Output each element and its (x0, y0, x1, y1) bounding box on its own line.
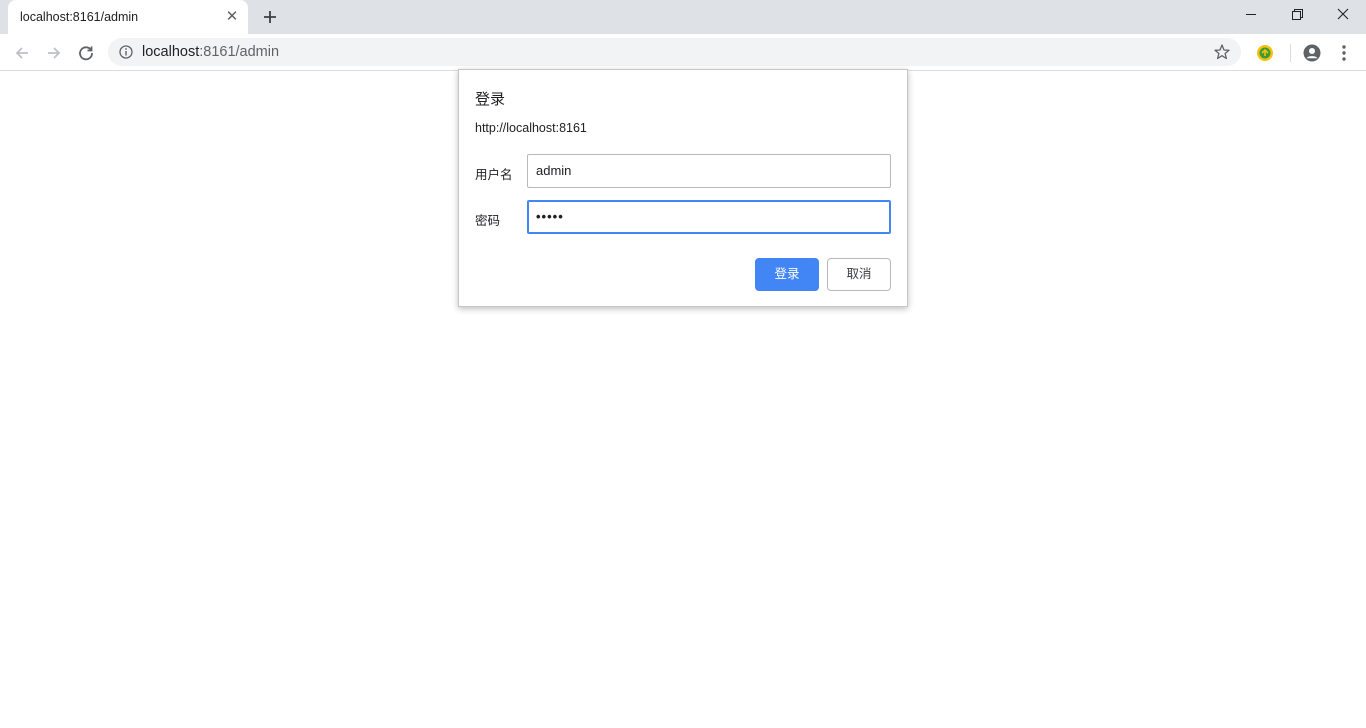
url-path: :8161/admin (199, 44, 280, 60)
dialog-origin: http://localhost:8161 (475, 121, 587, 135)
url-text: localhost:8161/admin (142, 44, 279, 60)
url-host: localhost (142, 44, 200, 60)
password-field[interactable]: ••••• (527, 200, 891, 234)
login-button[interactable]: 登录 (755, 258, 819, 291)
reload-button[interactable] (75, 42, 97, 64)
plus-icon (264, 11, 276, 23)
minimize-icon (1246, 14, 1256, 15)
extension-icon[interactable] (1256, 44, 1274, 62)
arrow-left-icon (15, 47, 28, 59)
arrow-right-icon (48, 47, 61, 59)
password-label: 密码 (475, 214, 501, 228)
new-tab-button[interactable] (259, 6, 281, 28)
back-button[interactable] (11, 42, 33, 64)
minimize-button[interactable] (1228, 0, 1274, 30)
cancel-button[interactable]: 取消 (827, 258, 891, 291)
kebab-menu-icon[interactable] (1335, 43, 1353, 63)
star-icon[interactable] (1213, 43, 1231, 61)
tab-strip: localhost:8161/admin ✕ (0, 0, 1366, 34)
forward-button[interactable] (43, 42, 65, 64)
info-icon[interactable] (119, 45, 133, 59)
dialog-title: 登录 (475, 91, 506, 108)
browser-tab[interactable]: localhost:8161/admin ✕ (8, 0, 248, 34)
browser-toolbar: localhost:8161/admin (0, 34, 1366, 71)
window-close-button[interactable] (1320, 0, 1366, 30)
username-field[interactable]: admin (527, 154, 891, 188)
reload-icon (79, 46, 93, 61)
tab-title: localhost:8161/admin (20, 10, 139, 24)
restore-button[interactable] (1274, 0, 1320, 30)
restore-icon (1292, 9, 1303, 20)
toolbar-divider (1290, 44, 1291, 62)
profile-icon[interactable] (1302, 43, 1322, 63)
login-dialog: 登录 http://localhost:8161 用户名 admin 密码 ••… (458, 69, 908, 307)
tab-close-icon[interactable]: ✕ (224, 9, 240, 25)
address-bar[interactable]: localhost:8161/admin (108, 38, 1241, 66)
username-label: 用户名 (475, 168, 513, 182)
close-icon (1337, 8, 1349, 20)
